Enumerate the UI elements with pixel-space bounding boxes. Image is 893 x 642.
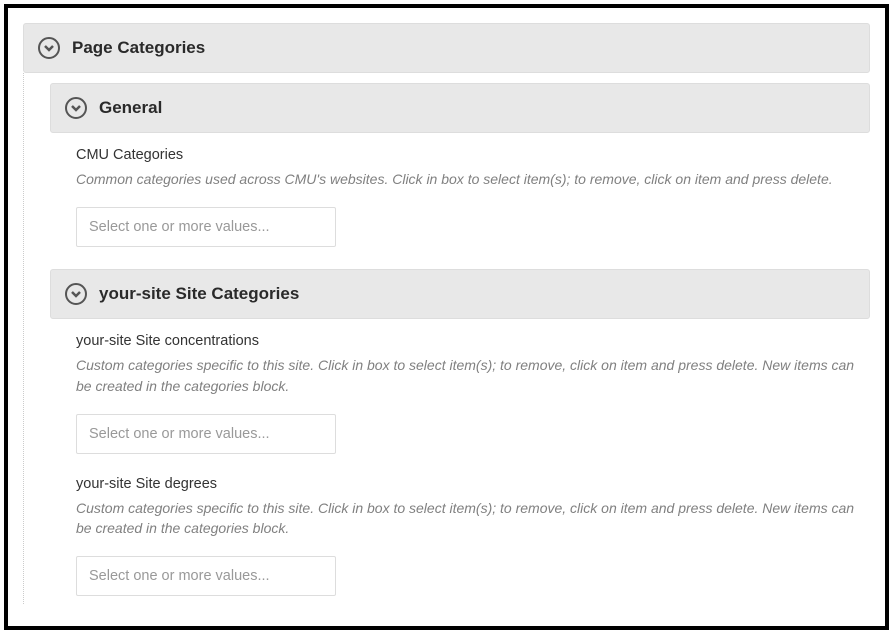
general-panel: General CMU Categories Common categories…: [50, 83, 870, 255]
concentrations-input[interactable]: Select one or more values...: [76, 414, 336, 454]
cmu-categories-field: CMU Categories Common categories used ac…: [50, 133, 870, 255]
concentrations-help: Custom categories specific to this site.…: [76, 355, 866, 396]
general-title: General: [99, 98, 162, 118]
page-categories-title: Page Categories: [72, 38, 205, 58]
site-categories-title: your-site Site Categories: [99, 284, 299, 304]
degrees-input[interactable]: Select one or more values...: [76, 556, 336, 596]
cmu-categories-help: Common categories used across CMU's webs…: [76, 169, 866, 189]
concentrations-field: your-site Site concentrations Custom cat…: [50, 319, 870, 462]
page-categories-body: General CMU Categories Common categories…: [23, 73, 870, 604]
cmu-categories-input[interactable]: Select one or more values...: [76, 207, 336, 247]
site-categories-header[interactable]: your-site Site Categories: [50, 269, 870, 319]
degrees-label: your-site Site degrees: [76, 476, 866, 492]
chevron-down-icon[interactable]: [38, 37, 60, 59]
general-header[interactable]: General: [50, 83, 870, 133]
concentrations-label: your-site Site concentrations: [76, 333, 866, 349]
degrees-field: your-site Site degrees Custom categories…: [50, 462, 870, 605]
page-categories-panel: Page Categories General CMU Categories C…: [23, 23, 870, 604]
chevron-down-icon[interactable]: [65, 97, 87, 119]
app-frame: Page Categories General CMU Categories C…: [4, 4, 889, 630]
site-categories-panel: your-site Site Categories your-site Site…: [50, 269, 870, 604]
page-categories-header[interactable]: Page Categories: [23, 23, 870, 73]
chevron-down-icon[interactable]: [65, 283, 87, 305]
cmu-categories-label: CMU Categories: [76, 147, 866, 163]
degrees-help: Custom categories specific to this site.…: [76, 498, 866, 539]
